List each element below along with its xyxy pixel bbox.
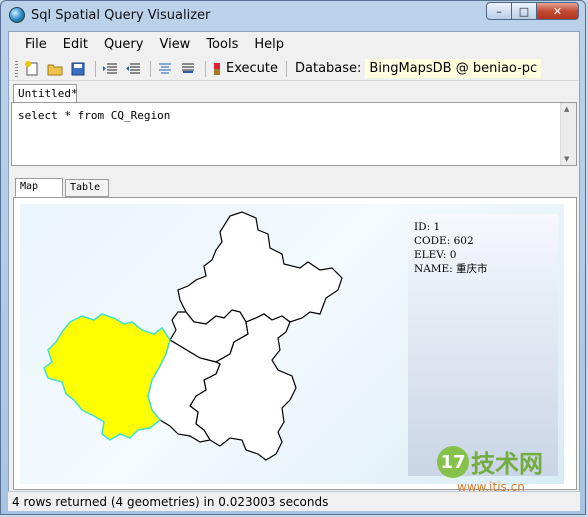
menu-edit[interactable]: Edit: [55, 35, 96, 54]
new-file-button[interactable]: [22, 59, 42, 79]
watermark-logo-icon: 17: [437, 446, 469, 478]
menu-tools[interactable]: Tools: [198, 35, 246, 54]
open-folder-icon: [47, 64, 63, 75]
toolbar-separator: [95, 60, 96, 77]
map-region-highlighted[interactable]: [43, 313, 171, 441]
window-title: Sql Spatial Query Visualizer: [31, 8, 211, 23]
indent-button[interactable]: [100, 59, 120, 79]
toolbar-separator: [205, 60, 206, 77]
execute-button[interactable]: Execute: [210, 61, 282, 76]
database-label: Database:: [295, 61, 362, 76]
menu-query[interactable]: Query: [96, 35, 152, 54]
open-button[interactable]: [45, 59, 65, 79]
align-button[interactable]: [155, 59, 175, 79]
align-icon: [159, 63, 171, 73]
globe-icon: [9, 7, 25, 23]
app-window: Sql Spatial Query Visualizer – □ ✕ File …: [0, 0, 586, 515]
outdent-icon: [126, 63, 140, 73]
status-bar: 4 rows returned (4 geometries) in 0.0230…: [8, 491, 580, 511]
database-selector[interactable]: BingMapsDB @ beniao-pc: [365, 59, 542, 78]
indent-icon: [103, 63, 117, 73]
menu-bar: File Edit Query View Tools Help: [9, 32, 579, 56]
toolbar: Execute Database: BingMapsDB @ beniao-pc: [9, 57, 579, 81]
info-name: NAME: 重庆市: [414, 263, 488, 275]
tab-untitled[interactable]: Untitled*: [13, 84, 78, 102]
new-file-icon: [25, 60, 38, 75]
toolbar-grip[interactable]: [15, 60, 18, 77]
toolbar-separator: [150, 60, 151, 77]
map-region-northeast[interactable]: [177, 211, 343, 325]
watermark-text: 技术网: [471, 450, 543, 478]
menu-help[interactable]: Help: [246, 35, 292, 54]
title-bar[interactable]: Sql Spatial Query Visualizer – □ ✕: [1, 1, 587, 31]
execute-flag-icon: [214, 62, 220, 75]
scroll-up-icon[interactable]: ▲: [564, 105, 569, 113]
editor-scrollbar[interactable]: ▲ ▼: [560, 103, 576, 165]
minimize-button[interactable]: –: [486, 2, 512, 20]
info-code: CODE: 602: [414, 235, 474, 247]
tab-map[interactable]: Map: [15, 178, 63, 197]
save-button[interactable]: [68, 59, 88, 79]
menu-file[interactable]: File: [17, 35, 55, 54]
close-button[interactable]: ✕: [536, 2, 579, 20]
comment-button[interactable]: [178, 59, 198, 79]
save-icon: [71, 62, 85, 75]
window-controls: – □ ✕: [486, 2, 579, 20]
comment-icon: [182, 63, 194, 73]
watermark: 17 技术网 www.itjs.cn: [437, 438, 577, 498]
maximize-button[interactable]: □: [511, 2, 537, 20]
query-editor[interactable]: select * from CQ_Region ▲ ▼: [11, 102, 577, 166]
outdent-button[interactable]: [123, 59, 143, 79]
info-elev: ELEV: 0: [414, 249, 457, 261]
info-id: ID: 1: [414, 221, 441, 233]
status-text: 4 rows returned (4 geometries) in 0.0230…: [12, 495, 329, 509]
feature-info-panel: ID: 1 CODE: 602 ELEV: 0 NAME: 重庆市: [408, 214, 558, 476]
execute-label: Execute: [226, 61, 278, 76]
query-text[interactable]: select * from CQ_Region: [18, 109, 170, 122]
scroll-down-icon[interactable]: ▼: [564, 155, 569, 163]
toolbar-separator: [286, 60, 287, 77]
tab-table[interactable]: Table: [65, 179, 109, 197]
menu-view[interactable]: View: [151, 35, 198, 54]
